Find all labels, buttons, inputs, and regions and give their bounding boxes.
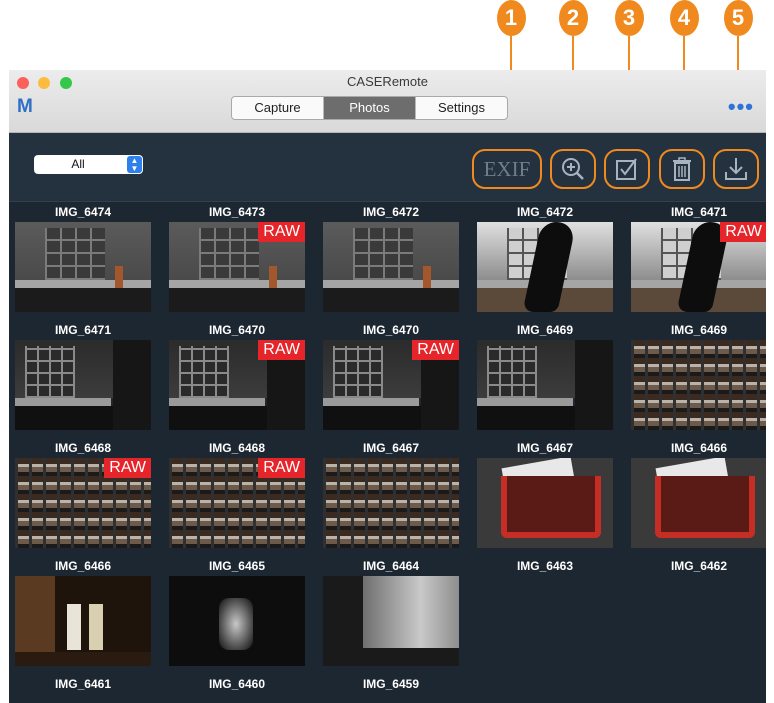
tab-settings[interactable]: Settings	[415, 97, 507, 119]
photo-name: IMG_6465	[208, 559, 266, 573]
zoom-button[interactable]	[550, 149, 596, 189]
photo-item[interactable]: IMG_6468 RAW	[15, 440, 151, 548]
zoom-in-icon	[562, 158, 584, 180]
photo-item[interactable]: IMG_6467	[323, 440, 459, 548]
photo-name: IMG_6461	[54, 677, 112, 691]
title-bar: CASERemote M Capture Photos Settings •••	[9, 70, 766, 133]
photo-item[interactable]: IMG_6469	[477, 322, 613, 430]
select-checkbox-icon	[616, 158, 637, 180]
filter-select-value: All	[71, 157, 85, 171]
photo-thumbnail[interactable]	[631, 340, 766, 430]
photo-item[interactable]: IMG_6466	[631, 440, 766, 548]
photo-name: IMG_6471	[54, 323, 112, 337]
raw-badge: RAW	[720, 222, 766, 242]
photo-label: IMG_6459	[323, 676, 459, 694]
callout-number: 5	[723, 0, 753, 36]
photo-name: IMG_6472	[516, 205, 574, 219]
photo-name: IMG_6466	[670, 441, 728, 455]
photo-thumbnail[interactable]	[169, 576, 305, 666]
callout-number: 4	[669, 0, 699, 36]
photo-thumbnail[interactable]	[15, 576, 151, 666]
photo-item[interactable]: IMG_6466	[15, 558, 151, 666]
photo-thumbnail[interactable]	[323, 458, 459, 548]
photo-name: IMG_6470	[208, 323, 266, 337]
photo-label: IMG_6461	[15, 676, 151, 694]
raw-badge: RAW	[258, 340, 305, 360]
raw-badge: RAW	[258, 458, 305, 478]
photo-name: IMG_6469	[670, 323, 728, 337]
callout-number: 2	[558, 0, 588, 36]
more-options-icon[interactable]: •••	[728, 96, 754, 118]
photo-name: IMG_6466	[54, 559, 112, 573]
photo-item[interactable]: IMG_6469	[631, 322, 766, 430]
photo-name: IMG_6468	[54, 441, 112, 455]
filter-select[interactable]: All ▲ ▼	[34, 155, 143, 174]
photo-name: IMG_6467	[362, 441, 420, 455]
photo-name: IMG_6468	[208, 441, 266, 455]
photo-name: IMG_6464	[362, 559, 420, 573]
photo-item[interactable]: IMG_6467	[477, 440, 613, 548]
photo-name: IMG_6474	[54, 205, 112, 219]
photo-name: IMG_6460	[208, 677, 266, 691]
photo-item[interactable]: IMG_6465	[169, 558, 305, 666]
photo-item[interactable]: IMG_6473 RAW	[169, 204, 305, 312]
photo-item[interactable]: IMG_6472	[477, 204, 613, 312]
photo-thumbnail[interactable]	[477, 222, 613, 312]
photo-item[interactable]: IMG_6474	[15, 204, 151, 312]
photo-item[interactable]: IMG_6472	[323, 204, 459, 312]
photo-item[interactable]: IMG_6471	[15, 322, 151, 430]
app-logo: M	[17, 96, 33, 117]
tab-capture[interactable]: Capture	[232, 97, 323, 119]
photo-thumbnail[interactable]: RAW	[169, 458, 305, 548]
updown-chevron-icon: ▲ ▼	[127, 156, 142, 173]
photo-toolbar: All ▲ ▼ EXIF	[9, 133, 766, 202]
photo-thumbnail[interactable]	[15, 340, 151, 430]
photo-label: IMG_6463	[477, 558, 613, 576]
callout-number: 1	[496, 0, 526, 36]
photo-item[interactable]: IMG_6470 RAW	[169, 322, 305, 430]
exif-label: EXIF	[483, 156, 531, 181]
photo-label: IMG_6462	[631, 558, 766, 576]
callout-number: 3	[614, 0, 644, 36]
photo-name: IMG_6472	[362, 205, 420, 219]
photo-name: IMG_6467	[516, 441, 574, 455]
photo-name: IMG_6469	[516, 323, 574, 337]
photo-name: IMG_6463	[516, 559, 574, 573]
photo-thumbnail[interactable]	[15, 222, 151, 312]
photo-thumbnail[interactable]: RAW	[323, 340, 459, 430]
photo-item[interactable]: IMG_6471 RAW	[631, 204, 766, 312]
exif-button[interactable]: EXIF	[472, 149, 542, 189]
photo-label: IMG_6460	[169, 676, 305, 694]
app-window: CASERemote M Capture Photos Settings •••…	[9, 70, 766, 703]
download-icon	[725, 158, 747, 180]
photo-name: IMG_6470	[362, 323, 420, 337]
photo-thumbnail[interactable]	[323, 222, 459, 312]
photo-thumbnail[interactable]: RAW	[15, 458, 151, 548]
photo-thumbnail[interactable]: RAW	[631, 222, 766, 312]
photo-thumbnail[interactable]: RAW	[169, 340, 305, 430]
photo-name: IMG_6459	[362, 677, 420, 691]
photo-item[interactable]: IMG_6464	[323, 558, 459, 666]
trash-icon	[673, 157, 691, 181]
photo-thumbnail[interactable]	[631, 458, 766, 548]
photo-name: IMG_6473	[208, 205, 266, 219]
photo-item[interactable]: IMG_6470 RAW	[323, 322, 459, 430]
photo-name: IMG_6462	[670, 559, 728, 573]
photo-item[interactable]: IMG_6468 RAW	[169, 440, 305, 548]
photo-thumbnail[interactable]	[477, 340, 613, 430]
tab-photos[interactable]: Photos	[323, 97, 415, 119]
segmented-tabs: Capture Photos Settings	[231, 96, 508, 120]
raw-badge: RAW	[412, 340, 459, 360]
photo-thumbnail[interactable]	[477, 458, 613, 548]
window-title: CASERemote	[347, 74, 428, 89]
delete-button[interactable]	[659, 149, 705, 189]
select-button[interactable]	[604, 149, 650, 189]
raw-badge: RAW	[258, 222, 305, 242]
download-button[interactable]	[713, 149, 759, 189]
photo-thumbnail[interactable]: RAW	[169, 222, 305, 312]
photo-thumbnail[interactable]	[323, 576, 459, 666]
raw-badge: RAW	[104, 458, 151, 478]
photo-name: IMG_6471	[670, 205, 728, 219]
